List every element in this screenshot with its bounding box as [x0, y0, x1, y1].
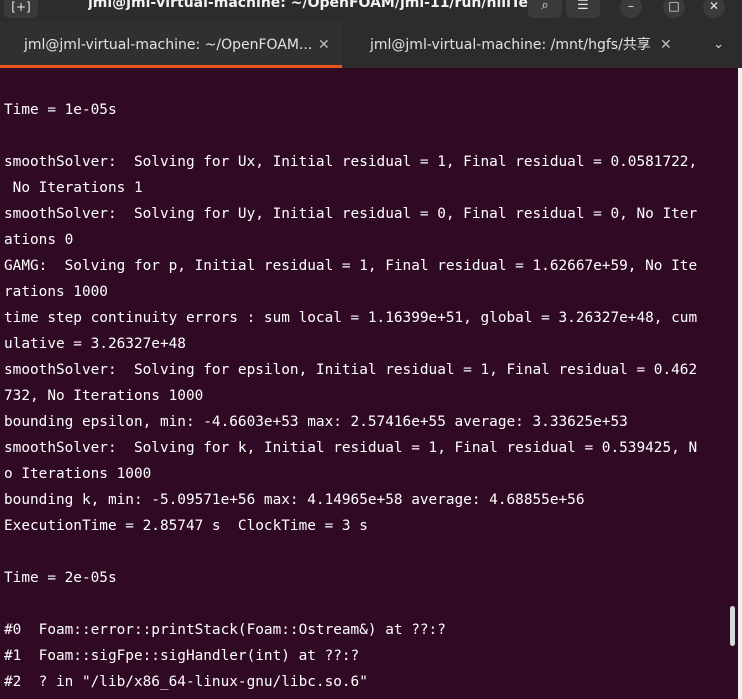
hamburger-menu-button[interactable]: ☰ [566, 0, 600, 18]
terminal-line: No Iterations 1 [4, 180, 143, 196]
terminal-line: smoothSolver: Solving for Ux, Initial re… [4, 154, 698, 170]
search-icon: ⌕ [541, 0, 549, 13]
tab-close-icon[interactable]: ✕ [660, 22, 672, 68]
minimize-button[interactable]: – [620, 0, 642, 18]
minimize-icon: – [628, 0, 634, 13]
terminal-line: 732, No Iterations 1000 [4, 388, 204, 404]
terminal-line: smoothSolver: Solving for epsilon, Initi… [4, 362, 698, 378]
tab-openfoam[interactable]: jml@jml-virtual-machine: ~/OpenFOAM... ✕ [0, 22, 342, 68]
terminal-line: o Iterations 1000 [4, 466, 152, 482]
title-bar: [+] jml@jml-virtual-machine: ~/OpenFOAM/… [0, 0, 742, 22]
terminal-line: Time = 2e-05s [4, 570, 117, 586]
terminal-line: time step continuity errors : sum local … [4, 310, 698, 326]
hamburger-menu-icon: ☰ [577, 0, 589, 13]
maximize-button[interactable]: □ [663, 0, 685, 18]
tab-label: jml@jml-virtual-machine: /mnt/hgfs/共享 [370, 37, 651, 53]
terminal-line: ulative = 3.26327e+48 [4, 336, 186, 352]
terminal-line: ExecutionTime = 2.85747 s ClockTime = 3 … [4, 518, 368, 534]
new-tab-button[interactable]: [+] [4, 0, 38, 18]
terminal-line: #0 Foam::error::printStack(Foam::Ostream… [4, 622, 446, 638]
terminal-line: ations 0 [4, 232, 74, 248]
terminal-line: bounding k, min: -5.09571e+56 max: 4.149… [4, 492, 585, 508]
search-button[interactable]: ⌕ [528, 0, 562, 18]
window-title: jml@jml-virtual-machine: ~/OpenFOAM/jml-… [88, 0, 528, 11]
chevron-down-icon[interactable]: ⌄ [713, 22, 724, 68]
close-window-button[interactable]: ✕ [703, 0, 725, 18]
window-edge [738, 68, 742, 699]
maximize-icon: □ [668, 0, 680, 13]
terminal-line: #1 Foam::sigFpe::sigHandler(int) at ??:? [4, 648, 360, 664]
close-icon: ✕ [708, 0, 720, 13]
terminal-line: bounding epsilon, min: -4.6603e+53 max: … [4, 414, 628, 430]
tab-close-icon[interactable]: ✕ [318, 22, 330, 68]
terminal-scrollbar[interactable] [730, 606, 735, 646]
terminal-line: #2 ? in "/lib/x86_64-linux-gnu/libc.so.6… [4, 674, 368, 690]
tab-hgfs[interactable]: jml@jml-virtual-machine: /mnt/hgfs/共享 ✕ [346, 22, 686, 68]
new-tab-icon: [+] [11, 0, 31, 14]
tab-label: jml@jml-virtual-machine: ~/OpenFOAM... [24, 37, 313, 53]
terminal-line: smoothSolver: Solving for Uy, Initial re… [4, 206, 698, 222]
terminal-line: GAMG: Solving for p, Initial residual = … [4, 258, 698, 274]
terminal-line: rations 1000 [4, 284, 108, 300]
tab-bar: jml@jml-virtual-machine: ~/OpenFOAM... ✕… [0, 22, 742, 69]
terminal-output[interactable]: Time = 1e-05s smoothSolver: Solving for … [0, 68, 742, 699]
terminal-line: Time = 1e-05s [4, 102, 117, 118]
terminal-line: smoothSolver: Solving for k, Initial res… [4, 440, 698, 456]
